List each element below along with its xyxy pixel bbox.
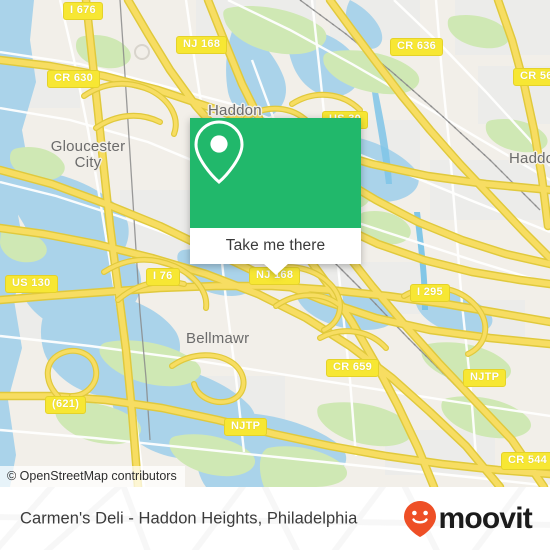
highway-shield: CR 561	[513, 68, 550, 86]
moovit-smiley-pin-icon	[404, 500, 437, 537]
highway-shield: CR 659	[326, 359, 380, 377]
take-me-there-label: Take me there	[225, 237, 326, 254]
moovit-location-card: Haddon Gloucester City Bellmawr Haddon I…	[0, 0, 550, 550]
highway-shield: NJ 168	[176, 36, 228, 54]
highway-shield: I 295	[410, 284, 450, 302]
popup-pointer	[262, 263, 289, 275]
highway-shield: I 76	[146, 268, 180, 286]
highway-shield: NJTP	[463, 369, 507, 387]
take-me-there-button[interactable]: Take me there	[190, 228, 361, 264]
highway-shield: US 130	[5, 275, 58, 293]
highway-shield: CR 636	[390, 38, 444, 56]
highway-shield: NJTP	[224, 418, 268, 436]
map-canvas[interactable]: Haddon Gloucester City Bellmawr Haddon I…	[0, 0, 550, 487]
location-popup[interactable]: Take me there	[190, 118, 361, 275]
highway-shield: CR 544	[501, 452, 550, 470]
place-title: Carmen's Deli - Haddon Heights, Philadel…	[20, 509, 358, 527]
moovit-logo[interactable]: moovit	[403, 500, 533, 538]
highway-shield: I 676	[63, 2, 103, 20]
osm-attribution[interactable]: © OpenStreetMap contributors	[0, 466, 185, 487]
footer-bar: Carmen's Deli - Haddon Heights, Philadel…	[0, 487, 550, 550]
highway-shield: (621)	[45, 396, 87, 414]
moovit-wordmark: moovit	[438, 501, 532, 535]
highway-shield: CR 630	[47, 70, 101, 88]
popup-header	[190, 118, 361, 228]
map-pin-icon	[194, 120, 244, 184]
